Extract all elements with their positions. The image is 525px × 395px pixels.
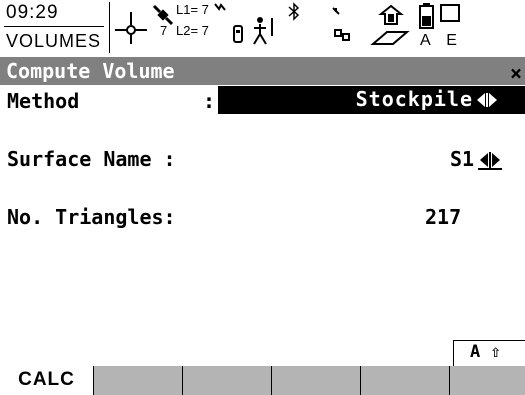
title-bar: Compute Volume × — [0, 57, 525, 85]
status-bar: 09:29 VOLUMES L1= 7 7 L2= 7 A E — [0, 0, 525, 56]
close-button[interactable]: × — [510, 61, 522, 85]
method-colon: : — [203, 89, 216, 113]
time-app-box: 09:29 VOLUMES — [0, 0, 109, 56]
memory-icon — [370, 4, 410, 45]
keyboard-mode: A E — [420, 32, 463, 49]
method-value: Stockpile — [355, 87, 473, 111]
no-triangles-label: No. Triangles: — [7, 205, 176, 229]
select-arrows-icon[interactable] — [478, 150, 502, 170]
page-title: Compute Volume — [6, 59, 175, 83]
no-triangles-value: 217 — [425, 205, 462, 229]
softkey-calc[interactable]: CALC — [0, 366, 94, 395]
softkey-bar: CALC — [0, 366, 525, 395]
bluetooth-icon — [288, 2, 300, 21]
radio-icon — [233, 17, 273, 45]
keyboard-indicator-text: A ⇧ — [470, 342, 501, 362]
softkey-label: CALC — [18, 369, 75, 390]
card-slot-icon — [440, 4, 460, 22]
keyboard-indicator: A ⇧ — [453, 340, 525, 366]
l1-satellite-count: L1= 7 — [176, 2, 209, 17]
softkey-f3[interactable] — [183, 366, 272, 395]
crosshair-position-icon — [115, 12, 147, 44]
surface-name-value[interactable]: S1 — [450, 147, 474, 171]
softkey-f6[interactable] — [450, 366, 525, 395]
battery-icon — [419, 3, 434, 29]
softkey-f4[interactable] — [272, 366, 361, 395]
clock-time: 09:29 — [6, 2, 59, 23]
satellite-count: 7 — [160, 23, 168, 38]
l2-satellite-count: L2= 7 — [176, 23, 209, 38]
method-label: Method — [7, 89, 80, 113]
link-icon — [332, 7, 350, 41]
method-select[interactable]: Stockpile — [218, 86, 525, 114]
divider — [109, 2, 110, 53]
select-arrows-icon[interactable] — [475, 90, 499, 110]
app-name: VOLUMES — [6, 31, 102, 51]
softkey-f5[interactable] — [361, 366, 450, 395]
softkey-f2[interactable] — [94, 366, 183, 395]
divider — [4, 26, 104, 27]
surface-name-label: Surface Name : — [7, 147, 176, 171]
signal-arrow-icon — [214, 3, 226, 11]
